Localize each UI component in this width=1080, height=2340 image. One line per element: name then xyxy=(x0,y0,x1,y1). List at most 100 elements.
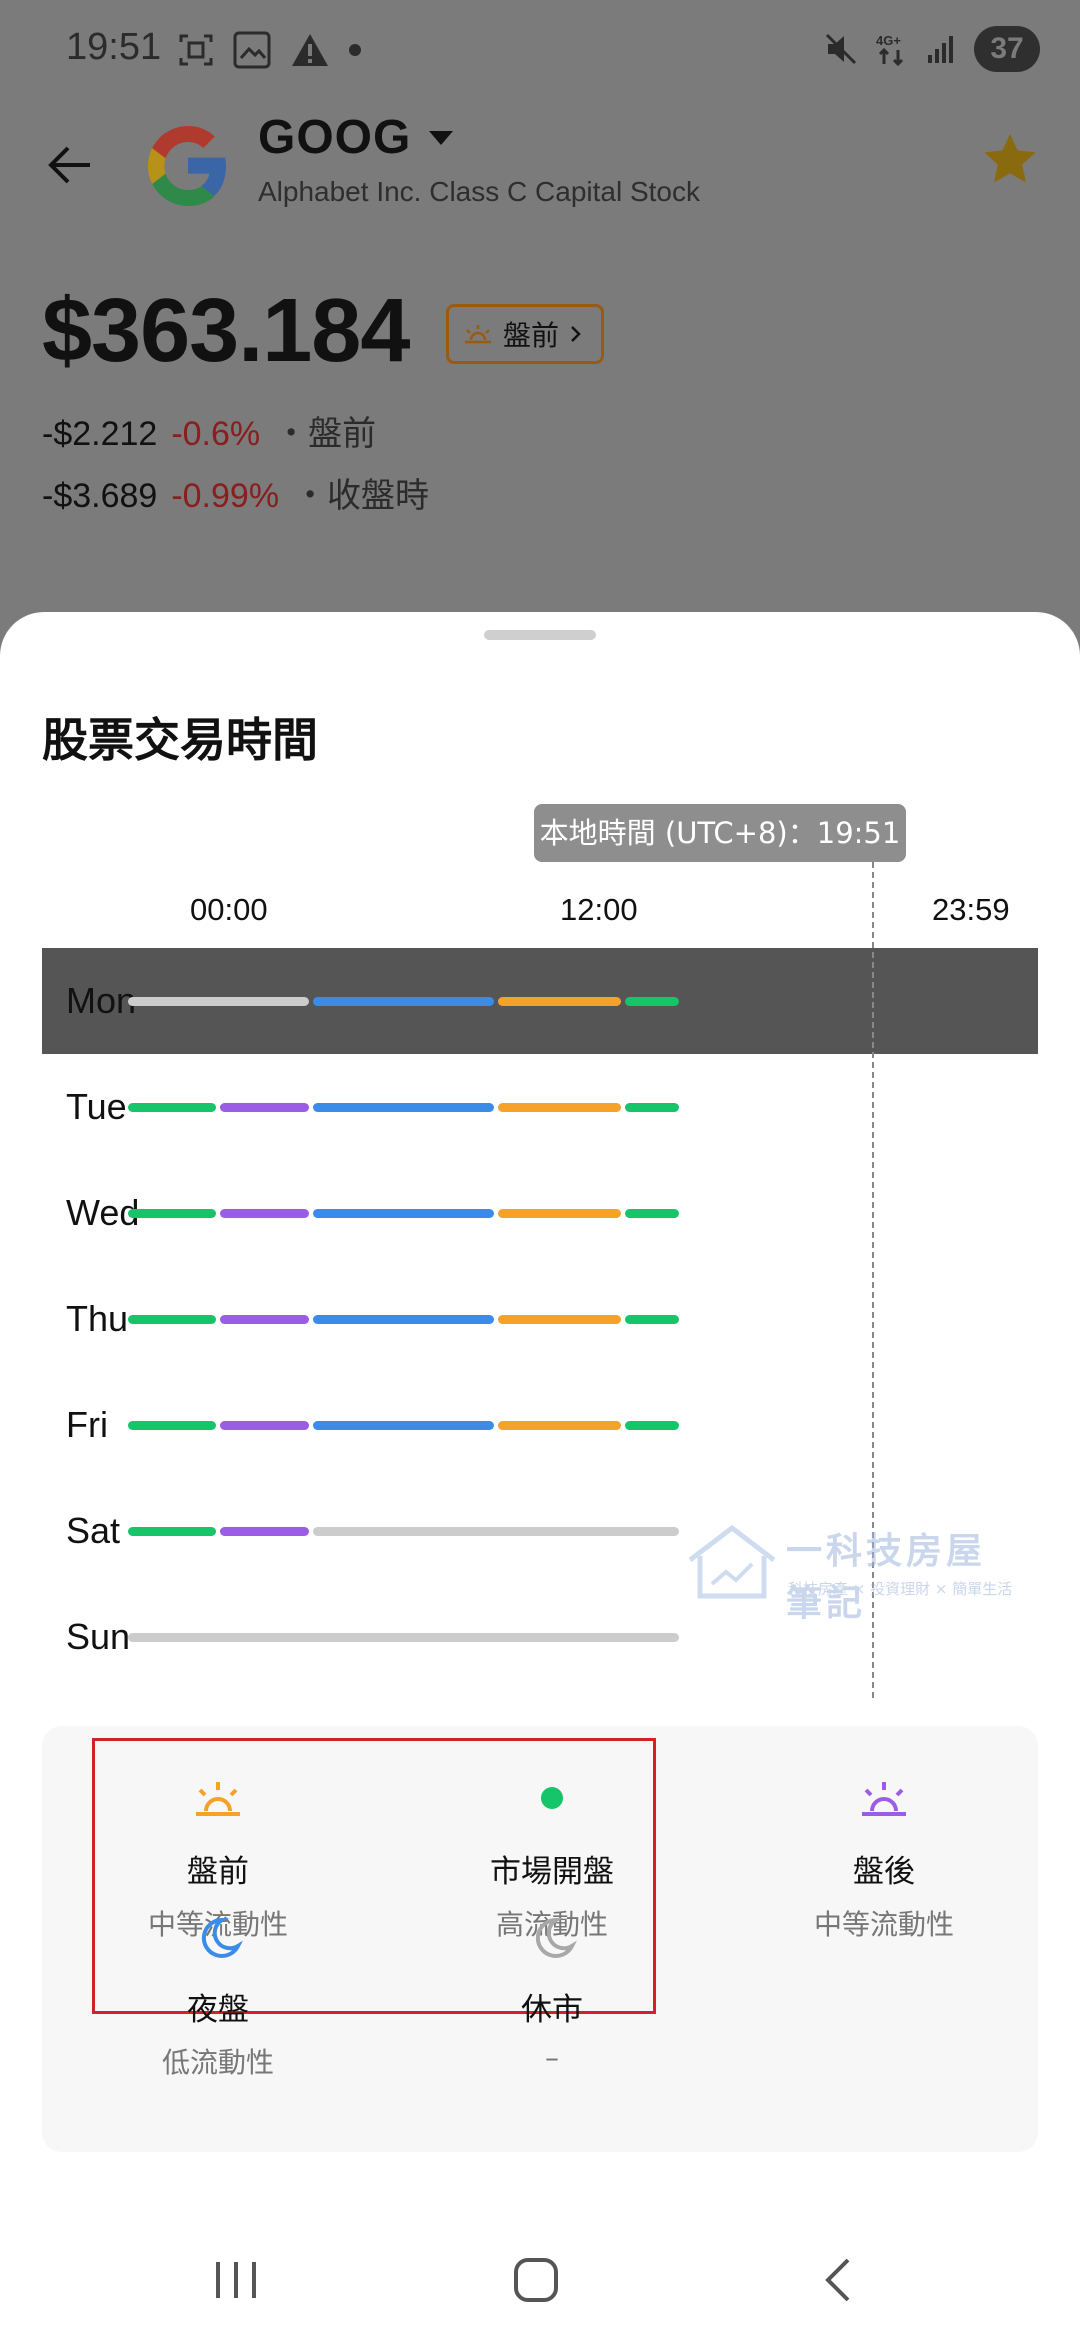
star-icon[interactable] xyxy=(978,128,1042,192)
legend-name: 市場開盤 xyxy=(490,1854,614,1890)
premarket-change-amount: -$2.212 xyxy=(42,415,158,453)
time-axis-start: 00:00 xyxy=(190,892,268,927)
moon-icon xyxy=(522,1916,582,1960)
close-change: -$3.689 -0.99% ・收盤時 xyxy=(42,468,429,517)
session-segment-post xyxy=(220,1209,309,1218)
session-segment-overnight xyxy=(625,1421,679,1430)
status-time: 19:51 xyxy=(66,26,162,68)
day-row-thu: Thu xyxy=(42,1266,1038,1372)
session-chip[interactable]: 盤前 xyxy=(446,304,605,364)
gallery-icon xyxy=(233,31,271,69)
time-axis-end: 23:59 xyxy=(932,892,1010,927)
session-segment-post xyxy=(220,1103,309,1112)
day-label: Mon xyxy=(66,980,137,1021)
session-segment-regular xyxy=(313,1103,494,1112)
day-row-wed: Wed xyxy=(42,1160,1038,1266)
status-bar: 19:51 4G+ 37 xyxy=(0,0,1080,100)
legend-name: 盤前 xyxy=(187,1854,249,1890)
session-segment-post xyxy=(220,1421,309,1430)
day-label: Fri xyxy=(66,1404,108,1445)
home-icon[interactable] xyxy=(506,2250,566,2310)
close-change-percent: -0.99% xyxy=(171,477,280,515)
stock-header: GOOG Alphabet Inc. Class C Capital Stock xyxy=(0,100,1080,250)
system-icons: 4G+ 37 xyxy=(824,26,1040,72)
sheet-grabber[interactable] xyxy=(484,630,596,640)
day-label: Tue xyxy=(66,1086,127,1127)
session-segment-closed xyxy=(128,1633,679,1642)
session-segment-pre xyxy=(498,1103,621,1112)
premarket-change-label: ・盤前 xyxy=(274,415,377,453)
house-logo-icon xyxy=(688,1524,776,1599)
moon-icon xyxy=(188,1916,248,1960)
session-segment-regular xyxy=(313,997,494,1006)
session-chip-label: 盤前 xyxy=(503,319,560,352)
svg-text:4G+: 4G+ xyxy=(876,33,901,48)
day-label: Thu xyxy=(66,1298,129,1339)
legend-item: 休市 – xyxy=(442,1916,662,2074)
session-segment-overnight xyxy=(128,1315,216,1324)
legend-name: 盤後 xyxy=(853,1854,915,1890)
ticker-selector[interactable]: GOOG xyxy=(258,110,454,165)
recent-apps-icon[interactable] xyxy=(206,2250,266,2310)
day-label: Sun xyxy=(66,1616,131,1657)
stock-price: $363.184 xyxy=(42,281,410,381)
legend-item: 夜盤 低流動性 xyxy=(108,1916,328,2081)
sheet-title: 股票交易時間 xyxy=(42,713,318,767)
session-segment-pre xyxy=(498,1421,621,1430)
session-segment-pre xyxy=(498,1315,621,1324)
watermark-title: 一科技房屋筆記 xyxy=(786,1531,987,1624)
session-segment-closed xyxy=(313,1527,679,1536)
back-arrow-icon[interactable] xyxy=(40,135,100,195)
system-nav-bar xyxy=(0,2220,1080,2340)
notification-icons xyxy=(178,30,362,70)
legend-name: 休市 xyxy=(521,1992,583,2028)
session-segment-overnight xyxy=(128,1103,216,1112)
sunset-icon xyxy=(854,1778,914,1822)
session-segment-post xyxy=(220,1315,309,1324)
battery-indicator: 37 xyxy=(974,26,1040,72)
legend-liquidity: 低流動性 xyxy=(161,2046,274,2079)
time-axis-mid: 12:00 xyxy=(560,892,638,927)
legend-item: 盤後 中等流動性 xyxy=(774,1778,994,1943)
local-time-tooltip: 本地時間 (UTC+8)：19:51 xyxy=(534,804,906,862)
day-label: Sat xyxy=(66,1510,121,1551)
session-segment-closed xyxy=(128,997,309,1006)
close-change-amount: -$3.689 xyxy=(42,477,158,515)
signal-icon xyxy=(928,36,953,63)
dot-icon xyxy=(522,1778,582,1822)
screenshot-icon xyxy=(179,34,213,66)
sunrise-icon xyxy=(465,325,491,344)
google-logo-icon xyxy=(148,126,226,206)
session-segment-pre xyxy=(498,1209,621,1218)
chevron-right-icon xyxy=(571,326,581,342)
session-segment-overnight xyxy=(625,1103,679,1112)
session-segment-regular xyxy=(313,1421,494,1430)
day-row-tue: Tue xyxy=(42,1054,1038,1160)
dot-icon xyxy=(349,44,361,56)
warning-icon xyxy=(292,34,328,66)
network-4g-icon: 4G+ xyxy=(876,33,904,67)
session-segment-overnight xyxy=(625,997,679,1006)
sunrise-icon xyxy=(188,1778,248,1822)
caret-down-icon xyxy=(429,130,454,145)
watermark: 一科技房屋筆記 科技房產 × 投資理財 × 簡單生活 xyxy=(682,1522,1022,1624)
day-row-fri: Fri xyxy=(42,1372,1038,1478)
close-change-label: ・收盤時 xyxy=(293,477,430,515)
session-segment-overnight xyxy=(625,1209,679,1218)
legend-name: 夜盤 xyxy=(187,1992,249,2028)
watermark-subtitle: 科技房產 × 投資理財 × 簡單生活 xyxy=(788,1580,1013,1598)
ticker-symbol: GOOG xyxy=(258,111,412,164)
company-name: Alphabet Inc. Class C Capital Stock xyxy=(258,176,700,207)
mute-icon xyxy=(825,33,857,65)
session-segment-overnight xyxy=(128,1209,216,1218)
session-segment-overnight xyxy=(625,1315,679,1324)
session-segment-overnight xyxy=(128,1421,216,1430)
legend-liquidity: – xyxy=(545,2041,559,2074)
trading-hours-sheet: 股票交易時間 本地時間 (UTC+8)：19:51 00:00 12:00 23… xyxy=(0,612,1080,2340)
nav-back-icon[interactable] xyxy=(810,2250,870,2310)
session-segment-pre xyxy=(498,997,621,1006)
session-segment-post xyxy=(220,1527,309,1536)
day-row-mon: Mon xyxy=(42,948,1038,1054)
session-segment-overnight xyxy=(128,1527,216,1536)
premarket-change-percent: -0.6% xyxy=(171,415,261,453)
